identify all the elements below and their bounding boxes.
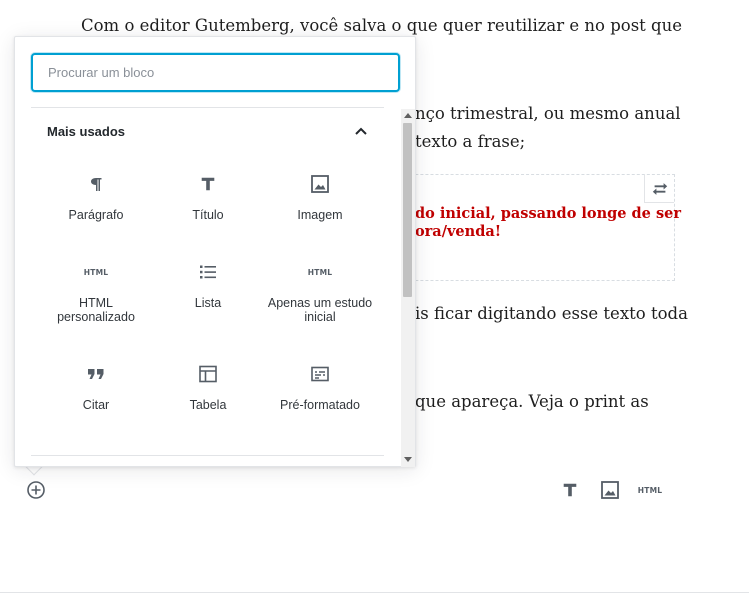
block-list[interactable]: Lista	[155, 260, 261, 310]
chevron-up-icon	[355, 127, 367, 135]
block-label: Parágrafo	[68, 208, 124, 222]
plus-circle-icon	[27, 481, 45, 499]
panel-toggle-most-used[interactable]: Mais usados	[31, 111, 384, 151]
block-label: Pré-formatado	[280, 398, 360, 412]
block-table[interactable]: Tabela	[155, 362, 261, 412]
reusable-block-line: ora/venda!	[415, 223, 502, 240]
scrollbar-thumb[interactable]	[403, 123, 412, 297]
reusable-block-line: do inicial, passando longe de ser	[415, 205, 681, 222]
heading-icon	[563, 483, 577, 497]
image-icon	[601, 481, 619, 499]
block-preformatted[interactable]: Pré-formatado	[267, 362, 373, 412]
reusable-block-content: do inicial, passando longe de ser ora/ve…	[415, 205, 681, 241]
convert-arrows-icon	[652, 182, 667, 195]
paragraph-block[interactable]: que apareça. Veja o print as	[415, 387, 649, 417]
convert-block-button[interactable]	[644, 175, 674, 203]
quote-icon	[84, 362, 108, 386]
html-glyph: HTML	[83, 267, 109, 277]
search-input[interactable]	[31, 53, 400, 92]
scroll-down-arrow-icon[interactable]	[404, 457, 412, 462]
panel-title: Mais usados	[47, 123, 126, 139]
scroll-up-arrow-icon[interactable]	[404, 113, 412, 118]
paragraph-block[interactable]: texto a frase;	[415, 127, 525, 157]
block-label: Lista	[194, 296, 222, 310]
preformatted-icon	[308, 362, 332, 386]
block-paragraph[interactable]: Parágrafo	[43, 172, 149, 222]
image-icon	[308, 172, 332, 196]
add-block-button[interactable]	[24, 478, 48, 502]
paragraph-block[interactable]: nço trimestral, ou mesmo anual	[415, 99, 681, 129]
divider	[31, 455, 384, 456]
block-image[interactable]: Imagem	[267, 172, 373, 222]
divider	[0, 592, 749, 593]
block-label: HTML personalizado	[57, 296, 135, 324]
add-image-shortcut[interactable]	[598, 477, 622, 503]
html-icon: HTML	[637, 485, 663, 495]
block-label: Título	[192, 208, 224, 222]
block-custom-html[interactable]: HTML HTML personalizado	[43, 260, 149, 325]
paragraph-icon	[84, 172, 108, 196]
block-reusable-study[interactable]: HTML Apenas um estudo inicial	[267, 260, 373, 325]
paragraph-block[interactable]: is ficar digitando esse texto toda	[415, 299, 688, 329]
table-icon	[196, 362, 220, 386]
html-glyph: HTML	[307, 267, 333, 277]
block-inserter-popover: Mais usados Parágrafo Título Imagem	[14, 36, 416, 467]
block-label: Citar	[82, 398, 110, 412]
block-label: Tabela	[189, 398, 227, 412]
block-label: Apenas um estudo inicial	[267, 296, 373, 324]
heading-icon	[196, 172, 220, 196]
block-heading[interactable]: Título	[155, 172, 261, 222]
add-html-shortcut[interactable]: HTML	[634, 477, 666, 503]
block-quote[interactable]: Citar	[43, 362, 149, 412]
divider	[31, 107, 384, 108]
html-icon: HTML	[84, 260, 108, 284]
scrollbar[interactable]	[401, 109, 415, 467]
add-heading-shortcut[interactable]	[558, 477, 582, 503]
list-icon	[196, 260, 220, 284]
html-icon: HTML	[308, 260, 332, 284]
block-label: Imagem	[297, 208, 343, 222]
